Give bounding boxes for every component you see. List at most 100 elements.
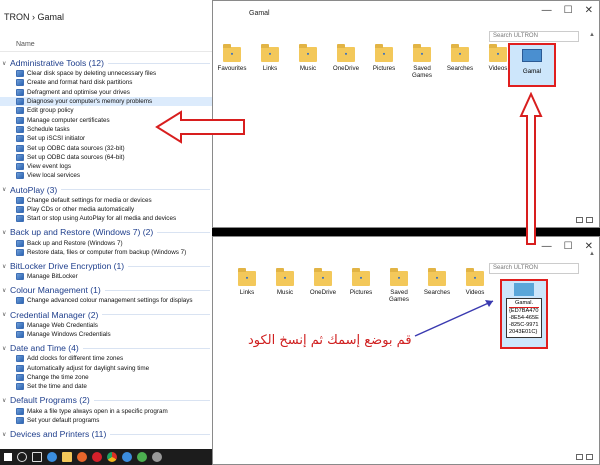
settings-item[interactable]: View local services — [0, 171, 212, 180]
group-title: Devices and Printers (11) — [10, 429, 107, 440]
app-icon-2[interactable] — [137, 452, 147, 462]
folder-item[interactable]: ▪ Pictures — [365, 44, 403, 79]
folder-item[interactable]: ▪ OneDrive — [327, 44, 365, 79]
group-header[interactable]: ∨ Administrative Tools (12) — [0, 57, 212, 69]
chevron-down-icon[interactable]: ∨ — [2, 431, 10, 438]
folder-item[interactable]: ▪ Videos — [456, 268, 494, 303]
chevron-down-icon[interactable]: ∨ — [2, 60, 10, 67]
chevron-down-icon[interactable]: ∨ — [2, 186, 10, 193]
settings-item-label: Set up ODBC data sources (64-bit) — [27, 153, 125, 161]
name-column-header[interactable]: Name — [0, 24, 212, 52]
folder-item[interactable]: ▪ Pictures — [342, 268, 380, 303]
close-button[interactable]: ✕ — [585, 5, 593, 16]
divider — [107, 62, 210, 64]
breadcrumb[interactable]: TRON › Gamal — [0, 0, 212, 24]
control-panel-icon — [16, 70, 24, 78]
tiles-view-icon[interactable] — [586, 454, 593, 460]
settings-item[interactable]: View event logs — [0, 162, 212, 171]
settings-item[interactable]: Set up ODBC data sources (64-bit) — [0, 153, 212, 162]
settings-item[interactable]: Make a file type always open in a specif… — [0, 406, 212, 415]
divider — [104, 289, 210, 291]
settings-item[interactable]: Change default settings for media or dev… — [0, 196, 212, 205]
maximize-button[interactable]: ☐ — [564, 5, 573, 16]
minimize-button[interactable]: — — [542, 5, 552, 16]
monitor-icon — [522, 49, 542, 62]
settings-item[interactable]: Play CDs or other media automatically — [0, 205, 212, 214]
new-folder-item[interactable]: Gamal — [508, 43, 556, 87]
title-bar[interactable]: Gamal — ☐ ✕ — [213, 1, 599, 23]
maximize-button[interactable]: ☐ — [564, 241, 573, 252]
opera-icon[interactable] — [92, 452, 102, 462]
settings-item[interactable]: Manage Windows Credentials — [0, 330, 212, 339]
minimize-button[interactable]: — — [542, 241, 552, 252]
settings-item[interactable]: Diagnose your computer's memory problems — [0, 96, 212, 107]
folder-icon: ▪ — [466, 268, 484, 286]
chevron-down-icon[interactable]: ∨ — [2, 345, 10, 352]
settings-item[interactable]: Automatically adjust for daylight saving… — [0, 364, 212, 373]
rename-folder-item[interactable]: Gamal. {ED7BA470-8E54-465E-825C-99712043… — [500, 279, 548, 349]
settings-item[interactable]: Change the time zone — [0, 373, 212, 382]
chevron-down-icon[interactable]: ∨ — [2, 287, 10, 294]
folder-item[interactable]: ▪ Music — [266, 268, 304, 303]
settings-item[interactable]: Set your default programs — [0, 416, 212, 425]
folder-item[interactable]: ▪ Favourites — [213, 44, 251, 79]
search-input[interactable]: Search ULTRON — [489, 263, 579, 274]
folder-overlay-icon: ▪ — [435, 275, 439, 282]
tiles-view-icon[interactable] — [586, 217, 593, 223]
scroll-up-icon[interactable]: ▲ — [589, 251, 595, 257]
explorer-icon[interactable] — [62, 452, 72, 462]
group-header[interactable]: ∨ Date and Time (4) — [0, 342, 212, 354]
settings-group: ∨ Credential Manager (2) Manage Web Creden… — [0, 309, 212, 340]
group-header[interactable]: ∨ Default Programs (2) — [0, 394, 212, 406]
settings-item-label: Edit group policy — [27, 107, 74, 115]
folder-label: Saved Games — [389, 289, 409, 303]
group-header[interactable]: ∨ Back up and Restore (Windows 7) (2) — [0, 226, 212, 238]
chevron-down-icon[interactable]: ∨ — [2, 311, 10, 318]
settings-item[interactable]: Add clocks for different time zones — [0, 354, 212, 363]
scroll-up-icon[interactable]: ▲ — [589, 32, 595, 38]
folder-item[interactable]: ▪ Saved Games — [403, 44, 441, 79]
settings-item[interactable]: Defragment and optimise your drives — [0, 88, 212, 97]
folder-item[interactable]: ▪ OneDrive — [304, 268, 342, 303]
chevron-down-icon[interactable]: ∨ — [2, 263, 10, 270]
details-view-icon[interactable] — [576, 217, 583, 223]
folder-item[interactable]: ▪ Links — [228, 268, 266, 303]
settings-item[interactable]: Restore data, files or computer from bac… — [0, 248, 212, 257]
folder-item[interactable]: ▪ Music — [289, 44, 327, 79]
settings-item[interactable]: Change advanced colour management settin… — [0, 296, 212, 305]
app-icon[interactable] — [122, 452, 132, 462]
settings-item[interactable]: Manage Web Credentials — [0, 321, 212, 330]
settings-item[interactable]: Set up ODBC data sources (32-bit) — [0, 143, 212, 152]
group-header[interactable]: ∨ Devices and Printers (11) — [0, 428, 212, 440]
group-header[interactable]: ∨ AutoPlay (3) — [0, 184, 212, 196]
task-view-icon[interactable] — [32, 452, 42, 462]
start-icon[interactable] — [4, 453, 12, 461]
settings-item[interactable]: Back up and Restore (Windows 7) — [0, 238, 212, 247]
app-icon-3[interactable] — [152, 452, 162, 462]
firefox-icon[interactable] — [77, 452, 87, 462]
search-icon[interactable] — [17, 452, 27, 462]
settings-item[interactable]: Create and format hard disk partitions — [0, 78, 212, 87]
group-header[interactable]: ∨ Colour Management (1) — [0, 284, 212, 296]
folder-item[interactable]: ▪ Saved Games — [380, 268, 418, 303]
chrome-icon[interactable] — [107, 452, 117, 462]
folder-item[interactable]: ▪ Searches — [441, 44, 479, 79]
edge-icon[interactable] — [47, 452, 57, 462]
divider — [61, 189, 210, 191]
settings-item[interactable]: Set the time and date — [0, 382, 212, 391]
folder-item[interactable]: ▪ Searches — [418, 268, 456, 303]
chevron-down-icon[interactable]: ∨ — [2, 397, 10, 404]
folder-icon: ▪ — [352, 268, 370, 286]
rename-field[interactable]: Gamal. {ED7BA470-8E54-465E-825C-99712043… — [506, 298, 542, 338]
settings-item[interactable]: Manage BitLocker — [0, 272, 212, 281]
settings-item[interactable]: Clear disk space by deleting unnecessary… — [0, 69, 212, 78]
group-header[interactable]: ∨ Credential Manager (2) — [0, 309, 212, 321]
chevron-down-icon[interactable]: ∨ — [2, 229, 10, 236]
folder-label: Pictures — [349, 289, 373, 296]
group-header[interactable]: ∨ BitLocker Drive Encryption (1) — [0, 260, 212, 272]
settings-item[interactable]: Start or stop using AutoPlay for all med… — [0, 214, 212, 223]
folder-item[interactable]: ▪ Links — [251, 44, 289, 79]
search-input[interactable]: Search ULTRON — [489, 31, 579, 42]
details-view-icon[interactable] — [576, 454, 583, 460]
folder-overlay-icon: ▪ — [306, 51, 310, 58]
